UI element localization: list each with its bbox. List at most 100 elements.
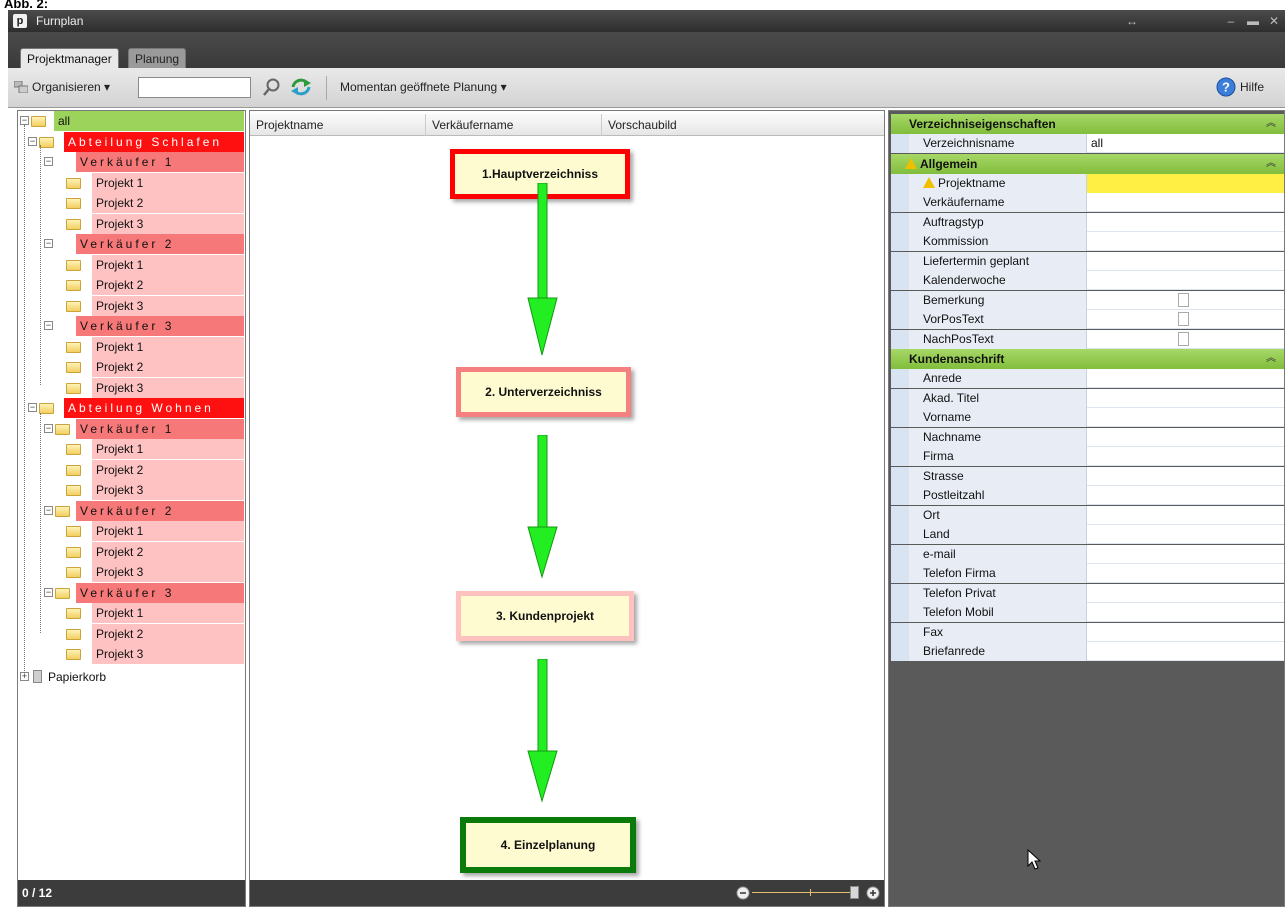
- tree-item-seller[interactable]: Verkäufer 3: [76, 316, 244, 336]
- property-value[interactable]: [1087, 173, 1284, 193]
- property-row[interactable]: Land: [891, 525, 1284, 544]
- zoom-thumb[interactable]: [850, 886, 859, 899]
- property-row[interactable]: Akad. Titel: [891, 388, 1284, 408]
- close-button[interactable]: ✕: [1265, 12, 1283, 30]
- tree-item-project[interactable]: Projekt 1: [92, 337, 244, 357]
- tree-expander-icon[interactable]: −: [28, 403, 37, 412]
- property-row[interactable]: Auftragstyp: [891, 212, 1284, 232]
- property-row[interactable]: NachPosText: [891, 329, 1284, 349]
- property-row[interactable]: Bemerkung: [891, 290, 1284, 310]
- property-row[interactable]: Projektname: [891, 173, 1284, 193]
- property-row[interactable]: Anrede: [891, 369, 1284, 388]
- help-button[interactable]: Hilfe: [1240, 80, 1264, 94]
- property-row[interactable]: Fax: [891, 622, 1284, 642]
- property-row[interactable]: e-mail: [891, 544, 1284, 564]
- tree-item-project[interactable]: Projekt 1: [92, 255, 244, 275]
- tree-item-seller[interactable]: Verkäufer 2: [76, 501, 244, 521]
- property-row[interactable]: Liefertermin geplant: [891, 251, 1284, 271]
- tab-planung[interactable]: Planung: [128, 48, 187, 68]
- tree-item-project[interactable]: Projekt 3: [92, 480, 244, 500]
- zoom-out-icon[interactable]: [736, 886, 750, 900]
- zoom-in-icon[interactable]: [866, 886, 880, 900]
- property-row[interactable]: Nachname: [891, 427, 1284, 447]
- property-value[interactable]: [1087, 525, 1284, 544]
- tree-item-project[interactable]: Projekt 2: [92, 275, 244, 295]
- tree-item-trash[interactable]: Papierkorb: [46, 667, 196, 687]
- property-value[interactable]: [1087, 369, 1284, 388]
- property-value[interactable]: [1087, 232, 1284, 251]
- property-row[interactable]: Telefon Firma: [891, 564, 1284, 583]
- property-value[interactable]: [1087, 330, 1284, 349]
- tree-item-project[interactable]: Projekt 2: [92, 542, 244, 562]
- tree-item-project[interactable]: Projekt 2: [92, 460, 244, 480]
- tree-item-project[interactable]: Projekt 1: [92, 603, 244, 623]
- tree-item-project[interactable]: Projekt 3: [92, 562, 244, 582]
- property-value[interactable]: [1087, 389, 1284, 408]
- document-icon[interactable]: [1178, 331, 1189, 346]
- tree-expander-icon[interactable]: −: [44, 157, 53, 166]
- open-plans-menu[interactable]: Momentan geöffnete Planung ▾: [340, 80, 507, 94]
- maximize-button[interactable]: ▬: [1244, 12, 1262, 30]
- column-vorschaubild[interactable]: Vorschaubild: [602, 114, 884, 136]
- property-section-header[interactable]: Kundenanschrift ︽: [891, 349, 1284, 369]
- search-icon[interactable]: [262, 77, 282, 97]
- property-value[interactable]: [1087, 545, 1284, 564]
- property-value[interactable]: [1087, 603, 1284, 622]
- tree-expander-icon[interactable]: −: [44, 588, 53, 597]
- property-row[interactable]: VorPosText: [891, 310, 1284, 329]
- minimize-button[interactable]: –: [1222, 12, 1240, 30]
- property-value[interactable]: [1087, 428, 1284, 447]
- tree-expander-icon[interactable]: −: [44, 239, 53, 248]
- collapse-icon[interactable]: ︽: [1266, 154, 1276, 174]
- property-value[interactable]: [1087, 486, 1284, 505]
- property-value[interactable]: [1087, 447, 1284, 466]
- tree-item-seller[interactable]: Verkäufer 1: [76, 419, 244, 439]
- property-row[interactable]: Postleitzahl: [891, 486, 1284, 505]
- property-row[interactable]: Verzeichnisname all: [891, 134, 1284, 153]
- organize-menu[interactable]: Organisieren ▾: [32, 80, 110, 94]
- tree-item-seller[interactable]: Verkäufer 2: [76, 234, 244, 254]
- property-value[interactable]: [1087, 291, 1284, 310]
- property-row[interactable]: Telefon Privat: [891, 583, 1284, 603]
- document-icon[interactable]: [1178, 292, 1189, 307]
- property-row[interactable]: Strasse: [891, 466, 1284, 486]
- search-input[interactable]: [138, 77, 251, 98]
- property-row[interactable]: Kalenderwoche: [891, 271, 1284, 290]
- tree-item-seller[interactable]: Verkäufer 3: [76, 583, 244, 603]
- tree-item-project[interactable]: Projekt 2: [92, 624, 244, 644]
- tree-item-project[interactable]: Projekt 3: [92, 644, 244, 664]
- collapse-icon[interactable]: ︽: [1266, 114, 1276, 134]
- property-value[interactable]: [1087, 584, 1284, 603]
- tree-item-all[interactable]: all: [54, 111, 244, 131]
- tree-item-project[interactable]: Projekt 1: [92, 439, 244, 459]
- tree-item-seller[interactable]: Verkäufer 1: [76, 152, 244, 172]
- tree-expander-icon[interactable]: −: [44, 506, 53, 515]
- column-verkaeufername[interactable]: Verkäufername: [426, 114, 602, 136]
- tree-expander-icon[interactable]: −: [20, 116, 29, 125]
- tree-item-department[interactable]: Abteilung Schlafen: [64, 132, 244, 152]
- tree-expander-icon[interactable]: −: [28, 137, 37, 146]
- tree-expander-icon[interactable]: −: [44, 321, 53, 330]
- refresh-icon[interactable]: [290, 77, 312, 97]
- tree-item-project[interactable]: Projekt 2: [92, 193, 244, 213]
- document-icon[interactable]: [1178, 312, 1189, 326]
- tree-item-project[interactable]: Projekt 2: [92, 357, 244, 377]
- tree-item-project[interactable]: Projekt 3: [92, 214, 244, 234]
- column-projektname[interactable]: Projektname: [250, 114, 426, 136]
- property-row[interactable]: Briefanrede: [891, 642, 1284, 661]
- tree-expander-icon[interactable]: −: [44, 424, 53, 433]
- property-row[interactable]: Verkäufername: [891, 193, 1284, 212]
- collapse-icon[interactable]: ︽: [1266, 349, 1276, 369]
- tree-item-project[interactable]: Projekt 3: [92, 296, 244, 316]
- tree-item-project[interactable]: Projekt 3: [92, 378, 244, 398]
- property-value[interactable]: [1087, 193, 1284, 212]
- property-value[interactable]: [1087, 213, 1284, 232]
- tree-item-project[interactable]: Projekt 1: [92, 173, 244, 193]
- property-row[interactable]: Kommission: [891, 232, 1284, 251]
- property-value[interactable]: [1087, 506, 1284, 525]
- property-value[interactable]: [1087, 564, 1284, 583]
- tab-projektmanager[interactable]: Projektmanager: [20, 48, 119, 68]
- property-value[interactable]: [1087, 408, 1284, 427]
- property-section-header[interactable]: Allgemein ︽: [891, 153, 1284, 174]
- zoom-slider[interactable]: [752, 892, 850, 893]
